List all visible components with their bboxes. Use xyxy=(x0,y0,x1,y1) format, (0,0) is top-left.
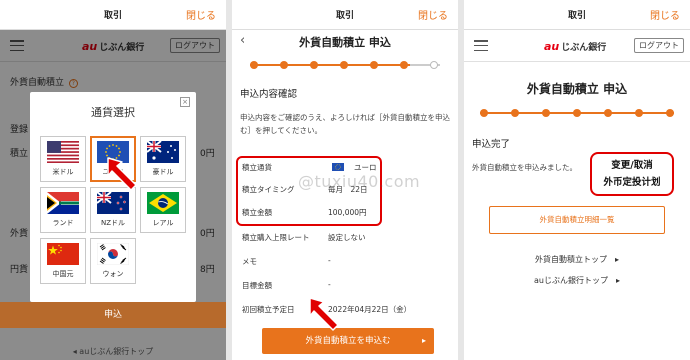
app-header: au じぶん銀行 ログアウト xyxy=(464,30,690,62)
modal-title: 通貨選択 xyxy=(91,106,135,119)
instructions-text: 申込内容をご確認のうえ、よろしければ［外貨自動積立を申込む］を押してください。 xyxy=(240,113,450,135)
complete-screen: 取引 閉じる au じぶん銀行 ログアウト 外貨自動積立 申込 申込完了 外貨自動… xyxy=(464,0,690,360)
savings-detail-list-button[interactable]: 外貨自動積立明細一覧 xyxy=(489,206,665,234)
cn-flag-icon xyxy=(47,243,79,265)
currency-label: レアル xyxy=(152,219,174,227)
top-bar: 取引 閉じる xyxy=(0,0,226,30)
detail-value: - xyxy=(328,256,331,265)
currency-label: 米ドル xyxy=(52,168,74,176)
highlight-box xyxy=(236,156,382,226)
page-title: 外貨自動積立 申込 xyxy=(526,82,628,96)
bank-logo: au じぶん銀行 xyxy=(544,40,607,53)
step-dot xyxy=(511,109,519,117)
currency-label: ウォン xyxy=(102,270,124,278)
complete-message: 外貨自動積立を申込みました。 xyxy=(472,163,577,172)
step-dot xyxy=(280,61,288,69)
step-dot xyxy=(573,109,581,117)
bank-top-link[interactable]: ◂ auじぶん銀行トップ xyxy=(0,346,226,357)
step-dot xyxy=(370,61,378,69)
pointer-arrow-icon xyxy=(309,297,339,331)
detail-value: 設定しない xyxy=(328,233,366,242)
step-dot xyxy=(635,109,643,117)
top-bar: 取引 閉じる xyxy=(232,0,458,30)
step-dot xyxy=(480,109,488,117)
close-button[interactable]: 閉じる xyxy=(418,7,448,22)
currency-option-cny[interactable]: 中国元 xyxy=(40,238,86,284)
detail-key: 目標金額 xyxy=(242,281,272,290)
step-dot xyxy=(310,61,318,69)
us-flag-icon xyxy=(47,141,79,163)
step-dot xyxy=(666,109,674,117)
currency-label: NZドル xyxy=(100,219,126,227)
logout-button[interactable]: ログアウト xyxy=(634,38,684,53)
currency-option-krw[interactable]: ウォン xyxy=(90,238,136,284)
detail-row: 積立購入上限レート 設定しない xyxy=(240,232,450,246)
detail-key: 初回積立予定日 xyxy=(242,305,295,314)
currency-option-usd[interactable]: 米ドル xyxy=(40,136,86,182)
close-button[interactable]: 閉じる xyxy=(650,7,680,22)
progress-steps xyxy=(250,60,440,70)
currency-option-zar[interactable]: ランド xyxy=(40,187,86,233)
step-dot xyxy=(430,61,438,69)
kr-flag-icon xyxy=(97,243,129,265)
apply-button[interactable]: 申込 xyxy=(0,302,226,328)
currency-modal: 通貨選択 × 米ドル ユーロ xyxy=(30,92,196,302)
pointer-arrow-icon xyxy=(107,157,137,191)
chevron-right-icon: ▸ xyxy=(421,336,426,345)
top-bar: 取引 閉じる xyxy=(464,0,690,30)
step-dot xyxy=(250,61,258,69)
detail-row: 目標金額 - xyxy=(240,280,450,294)
complete-title: 申込完了 xyxy=(472,139,511,150)
za-flag-icon xyxy=(47,192,79,214)
detail-key: メモ xyxy=(242,257,257,266)
bank-top-link[interactable]: auじぶん銀行トップ ▸ xyxy=(464,275,690,286)
annotation-callout: 变更/取消 外币定投计划 xyxy=(590,152,674,196)
close-icon[interactable]: × xyxy=(180,97,190,107)
step-dot xyxy=(340,61,348,69)
page-title: 外貨自動積立 申込 xyxy=(299,36,391,49)
section-title: 申込内容確認 xyxy=(240,89,298,100)
currency-label: ランド xyxy=(52,219,74,227)
detail-key: 積立購入上限レート xyxy=(242,233,310,242)
auto-savings-top-link[interactable]: 外貨自動積立トップ ▸ xyxy=(464,254,690,265)
progress-steps xyxy=(480,108,674,118)
step-dot xyxy=(542,109,550,117)
currency-label: 中国元 xyxy=(52,270,74,278)
step-dot xyxy=(400,61,408,69)
currency-select-screen: 取引 閉じる au じぶん銀行 ログアウト 外貨自動積立 ? 登録 積立 外貨 円… xyxy=(0,0,226,360)
detail-row: メモ - xyxy=(240,256,450,270)
menu-icon[interactable] xyxy=(474,40,488,52)
close-button[interactable]: 閉じる xyxy=(186,7,216,22)
watermark: @tuxiu40.com xyxy=(298,172,421,191)
detail-value: - xyxy=(328,280,331,289)
step-dot xyxy=(604,109,612,117)
